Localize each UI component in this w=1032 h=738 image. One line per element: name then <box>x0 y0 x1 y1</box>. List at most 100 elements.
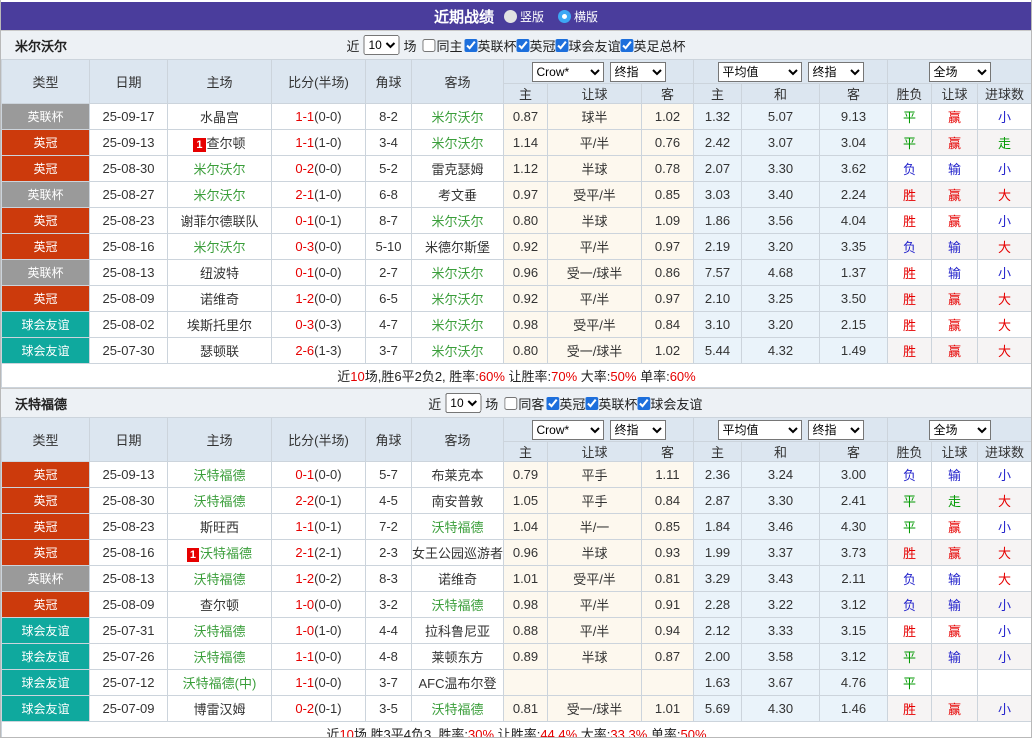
league-checkbox[interactable] <box>546 396 560 410</box>
layout-horizontal-option[interactable]: 横版 <box>558 8 598 25</box>
home-team: 沃特福德 <box>167 565 272 592</box>
away-team: 米尔沃尔 <box>411 207 504 234</box>
fulltime-select[interactable]: 全场 <box>928 61 991 82</box>
average-select[interactable]: 平均值 <box>717 61 802 82</box>
recent-count-select[interactable]: 10 <box>445 393 482 413</box>
result-outcome: 胜 <box>887 337 932 364</box>
league-filter[interactable]: 球会友谊 <box>555 36 621 55</box>
result-handicap: 赢 <box>931 207 978 234</box>
avg-home: 5.44 <box>693 337 742 364</box>
result-goals: 小 <box>977 617 1031 644</box>
same-venue-label: 同客 <box>518 396 545 412</box>
avg-draw: 3.67 <box>741 669 820 696</box>
match-row: 英联杯 25-08-13 沃特福德 1-2(0-2) 8-3 诺维奇 1.01 受平/半 0.8… <box>1 565 1031 592</box>
avg-away: 4.30 <box>819 513 888 540</box>
result-outcome: 平 <box>887 669 932 696</box>
result-goals: 大 <box>977 285 1031 312</box>
avg-away: 9.13 <box>819 103 888 130</box>
match-type-badge: 英冠 <box>1 539 90 566</box>
avg-away: 3.50 <box>819 285 888 312</box>
odds-away: 0.97 <box>641 233 694 260</box>
avg-home: 2.28 <box>693 591 742 618</box>
league-checkbox[interactable] <box>555 38 569 52</box>
subcol-avg-away: 客 <box>819 83 888 104</box>
match-row: 英冠 25-09-13 1 查尔顿 1-1(1-0) 3-4 米尔沃尔 1.14 平/半 0.76… <box>1 129 1031 156</box>
avg-home: 3.10 <box>693 311 742 338</box>
league-checkbox[interactable] <box>637 396 651 410</box>
odds-stage-select[interactable]: 终指 <box>609 419 666 440</box>
league-filter-group: 英冠 英联杯 球会友谊 <box>546 394 702 413</box>
match-row: 英联杯 25-08-27 米尔沃尔 2-1(1-0) 6-8 考文垂 0.97 受平/半 0.8… <box>1 181 1031 208</box>
radio-selected-icon[interactable] <box>558 9 571 23</box>
odds-away: 0.84 <box>641 487 694 514</box>
league-label: 球会友谊 <box>650 396 703 412</box>
match-row: 英冠 25-08-23 斯旺西 1-1(0-1) 7-2 沃特福德 1.04 半/一 0.85 1… <box>1 513 1031 540</box>
odds-home: 0.92 <box>503 285 548 312</box>
result-outcome: 胜 <box>887 207 932 234</box>
league-checkbox[interactable] <box>585 396 599 410</box>
average-select[interactable]: 平均值 <box>717 419 802 440</box>
subcol-odds-away: 客 <box>641 441 694 462</box>
result-goals: 小 <box>977 207 1031 234</box>
odds-handicap: 半球 <box>547 207 642 234</box>
corners: 6-5 <box>365 285 412 312</box>
filters: 近 10 场 同客 英冠 英联杯 球会友谊 <box>428 393 702 413</box>
league-label: 球会友谊 <box>568 38 621 54</box>
odds-away: 0.97 <box>641 285 694 312</box>
subcol-avg-away: 客 <box>819 441 888 462</box>
odds-stage-select[interactable]: 终指 <box>609 61 666 82</box>
odds-away: 0.91 <box>641 591 694 618</box>
same-venue-filter[interactable]: 同客 <box>500 394 544 413</box>
avg-stage-select[interactable]: 终指 <box>807 419 864 440</box>
odds-away: 0.86 <box>641 259 694 286</box>
match-date: 25-08-02 <box>89 311 168 338</box>
summary-row: 近10场,胜3平4负3, 胜率:30% 让胜率:44.4% 大率:33.3% 单… <box>1 721 1031 737</box>
result-goals: 小 <box>977 695 1031 722</box>
avg-home: 2.10 <box>693 285 742 312</box>
corners: 3-7 <box>365 337 412 364</box>
odds-home: 0.97 <box>503 181 548 208</box>
layout-vertical-option[interactable]: 竖版 <box>503 8 544 25</box>
result-outcome: 负 <box>887 591 932 618</box>
league-filter[interactable]: 球会友谊 <box>637 394 702 413</box>
match-row: 球会友谊 25-07-26 沃特福德 1-1(0-0) 4-8 莱顿东方 0.89 半球 0.8… <box>1 643 1031 670</box>
odds-home: 0.96 <box>503 259 548 286</box>
result-outcome: 平 <box>887 103 932 130</box>
league-filter[interactable]: 英联杯 <box>585 394 637 413</box>
recent-count-select[interactable]: 10 <box>363 35 400 55</box>
odds-home: 0.98 <box>503 591 548 618</box>
result-handicap: 赢 <box>931 617 978 644</box>
league-checkbox[interactable] <box>620 38 634 52</box>
avg-draw: 3.22 <box>741 591 820 618</box>
odds-handicap: 受一/球半 <box>547 695 642 722</box>
avg-stage-select[interactable]: 终指 <box>807 61 864 82</box>
result-outcome: 胜 <box>887 181 932 208</box>
radio-unselected-icon[interactable] <box>503 9 517 23</box>
bookmaker-select[interactable]: Crow* <box>531 61 604 82</box>
avg-home: 1.63 <box>693 669 742 696</box>
same-venue-checkbox[interactable] <box>422 38 436 52</box>
league-filter[interactable]: 英冠 <box>516 36 556 55</box>
same-venue-checkbox[interactable] <box>504 396 518 410</box>
recent-results-panel: 近期战绩 竖版 横版 米尔沃尔 近 10 场 同主 英联杯 英冠 球会友谊 英足总杯 <box>0 0 1032 738</box>
league-checkbox[interactable] <box>516 38 530 52</box>
avg-home: 2.36 <box>693 461 742 488</box>
away-team: 沃特福德 <box>411 695 504 722</box>
section-header-home-team: 米尔沃尔 近 10 场 同主 英联杯 英冠 球会友谊 英足总杯 <box>1 30 1031 59</box>
match-type-badge: 球会友谊 <box>1 643 90 670</box>
fulltime-select[interactable]: 全场 <box>928 419 991 440</box>
score: 0-1(0-1) <box>271 207 366 234</box>
league-filter[interactable]: 英足总杯 <box>620 36 686 55</box>
title-bar: 近期战绩 竖版 横版 <box>1 0 1031 30</box>
home-team: 纽波特 <box>167 259 272 286</box>
avg-home: 2.87 <box>693 487 742 514</box>
bookmaker-select[interactable]: Crow* <box>531 419 604 440</box>
odds-handicap: 平手 <box>547 487 642 514</box>
league-filter[interactable]: 英联杯 <box>464 36 517 55</box>
same-venue-filter[interactable]: 同主 <box>418 36 462 55</box>
result-handicap: 赢 <box>931 337 978 364</box>
league-checkbox[interactable] <box>464 38 478 52</box>
result-outcome: 胜 <box>887 259 932 286</box>
home-team: 沃特福德 <box>167 643 272 670</box>
league-filter[interactable]: 英冠 <box>546 394 585 413</box>
